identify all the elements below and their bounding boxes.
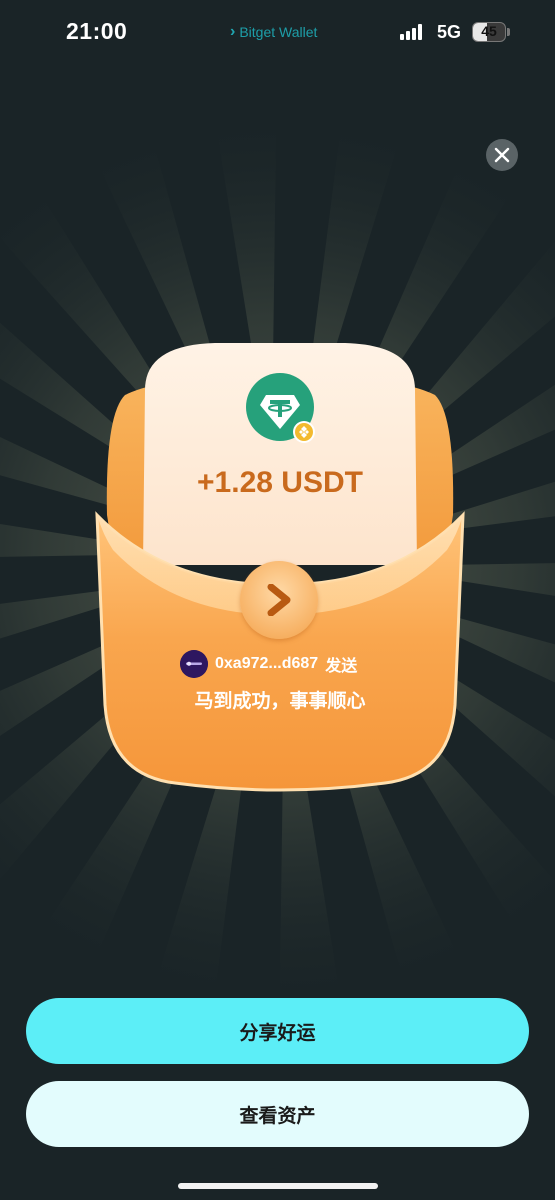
blessing-message: 马到成功，事事顺心: [194, 690, 366, 712]
sender-address: 0xa972...d687: [215, 655, 319, 672]
home-indicator[interactable]: [178, 1183, 378, 1189]
share-luck-label: 分享好运: [239, 1021, 316, 1044]
sender-info: 0xa972...d687 发送: [180, 650, 357, 678]
usdt-icon: [246, 373, 315, 443]
signal-icon: [400, 24, 422, 40]
status-bar: 21:00 › Bitget Wallet 5G 45: [0, 0, 555, 66]
app-name: Bitget Wallet: [239, 24, 318, 40]
view-assets-label: 查看资产: [239, 1104, 316, 1127]
share-luck-button[interactable]: 分享好运: [26, 998, 529, 1064]
sender-avatar: [180, 650, 208, 678]
status-time: 21:00: [66, 18, 128, 44]
bnb-chain-icon: [293, 421, 315, 443]
app-chevron-icon: ›: [230, 23, 236, 40]
sender-avatar-icon: [180, 650, 208, 678]
battery-icon: 45: [472, 22, 506, 42]
chevron-right-icon: [267, 584, 291, 616]
battery-percent: 45: [481, 23, 497, 39]
network-type: 5G: [437, 22, 462, 42]
reward-amount: +1.28 USDT: [197, 466, 363, 499]
battery-nub: [507, 28, 510, 36]
close-icon: [494, 147, 510, 163]
view-assets-button[interactable]: 查看资产: [26, 1081, 529, 1147]
back-to-app-indicator[interactable]: › Bitget Wallet: [230, 23, 317, 41]
sender-suffix: 发送: [325, 658, 358, 675]
open-envelope-button[interactable]: [240, 561, 318, 639]
close-button[interactable]: [486, 139, 518, 171]
